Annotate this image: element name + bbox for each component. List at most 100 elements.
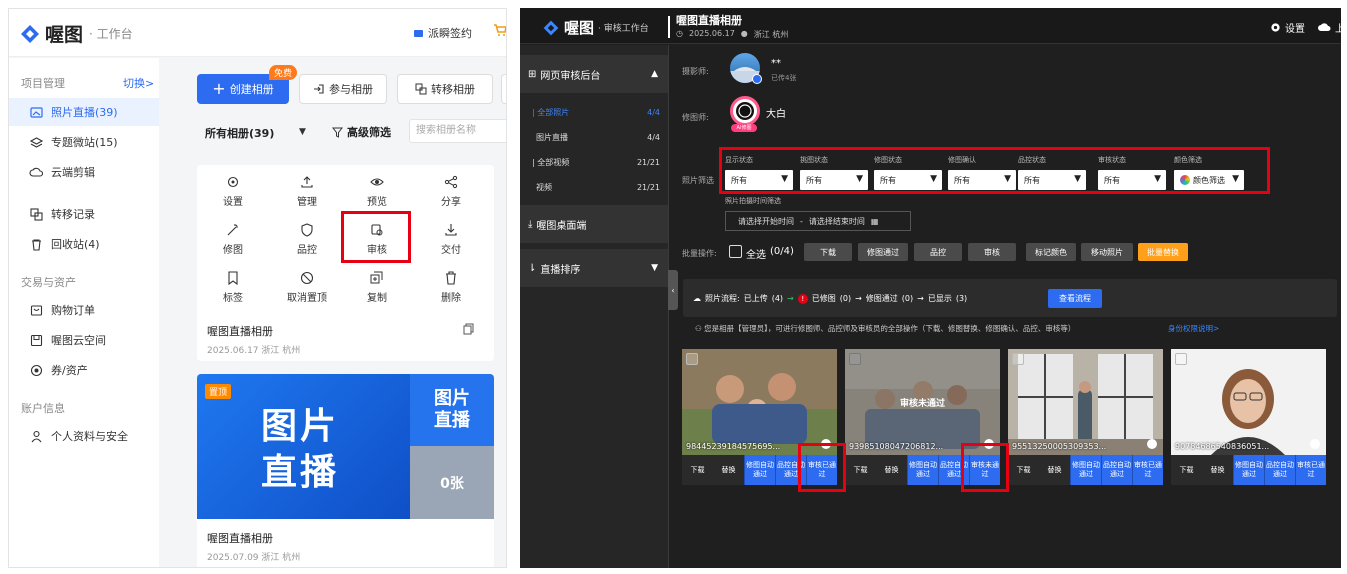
sidebar-item-topic-site[interactable]: 专题微站(15) [9, 128, 159, 156]
album-title: 喔图直播相册 [676, 14, 742, 27]
photo-button-3[interactable]: 品控自动通过 [1101, 455, 1132, 485]
photo-button-2[interactable]: 修图自动通过 [1233, 455, 1264, 485]
flow-step-count: (0) [901, 294, 914, 303]
select-all-checkbox[interactable] [729, 245, 742, 258]
photo-button-1[interactable]: 替换 [1202, 455, 1233, 485]
sidebar-item-video[interactable]: 视频 21/21 [520, 175, 668, 199]
photo-button-4[interactable]: 审核已通过 [1295, 455, 1326, 485]
sidebar-item-count: 4/4 [647, 132, 660, 142]
time-end-placeholder: 请选择结束时间 [808, 216, 865, 226]
sidebar: ⊞ 网页审核后台 ▲ | 全部照片 4/4 图片直播 4/4 | 全部视频 21… [520, 45, 668, 568]
sidebar-item-coupons[interactable]: 券/资产 [9, 356, 159, 384]
brand-name: 喔图 [45, 24, 84, 46]
photo-button-1[interactable]: 替换 [876, 455, 907, 485]
sidebar-item-cloud-edit[interactable]: 云端剪辑 [9, 158, 159, 186]
photo-button-0[interactable]: 下载 [682, 455, 713, 485]
photo-status-dot[interactable] [1147, 439, 1157, 449]
photo-thumbnail[interactable]: 90784686540836051... [1171, 349, 1326, 455]
action-10-button[interactable]: 复制 [341, 265, 413, 309]
photo-button-2[interactable]: 修图自动通过 [1070, 455, 1101, 485]
more-toolbar-button[interactable] [501, 74, 506, 104]
transfer-album-button[interactable]: 转移相册 [397, 74, 493, 104]
photo-button-1[interactable]: 替换 [713, 455, 744, 485]
sidebar-section-desktop[interactable]: ⤓ 喔图桌面端 [520, 205, 668, 243]
photo-checkbox[interactable] [1175, 353, 1187, 365]
view-flow-button[interactable]: 查看流程 [1048, 289, 1102, 308]
action-8-button[interactable]: 标签 [197, 265, 269, 309]
switch-link[interactable]: 切换> [123, 75, 154, 91]
sidebar-section-sort[interactable]: ⇂ 直播排序 ▼ [520, 249, 668, 287]
photo-action-bar: 下载 替换 修图自动通过 品控自动通过 审核已通过 [1008, 455, 1163, 485]
photo-button-0[interactable]: 下载 [1171, 455, 1202, 485]
photo-flow-panel: ☁ 照片流程: 已上传 (4) → ! 已修图 (0) → 修图通过 (0) →… [683, 279, 1337, 317]
brand-logo[interactable]: 喔图 · 审核工作台 [542, 17, 649, 38]
settings-button[interactable]: 设置 [1270, 20, 1305, 35]
join-album-button[interactable]: 参与相册 [299, 74, 387, 104]
sidebar-item-label: 图片直播 [536, 132, 568, 142]
action-2-button[interactable]: 预览 [341, 169, 413, 213]
batch-button-2[interactable]: 品控 [914, 243, 962, 261]
search-input[interactable]: 搜索相册名称 [409, 119, 506, 143]
action-1-button[interactable]: 管理 [271, 169, 343, 213]
sidebar-item-transfer[interactable]: 转移记录 [9, 200, 159, 228]
album-card[interactable]: 置顶 图片 直播 图片 直播 0张 喔图直播相册 2025.07.09 浙江 杭州 [197, 374, 494, 567]
action-3-button[interactable]: 分享 [415, 169, 487, 213]
album-filter-select[interactable]: 所有相册(39) [205, 125, 274, 141]
sidebar-item-all-photos[interactable]: | 全部照片 4/4 [520, 100, 668, 124]
batch-button-6[interactable]: 批量替换 [1138, 243, 1188, 261]
batch-button-0[interactable]: 下载 [804, 243, 852, 261]
share-icon [444, 175, 458, 189]
sidebar-item-all-videos[interactable]: | 全部视频 21/21 [520, 150, 668, 174]
sidebar-item-profile[interactable]: 个人资料与安全 [9, 422, 159, 450]
photo-button-2[interactable]: 修图自动通过 [744, 455, 775, 485]
batch-button-4[interactable]: 标记颜色 [1026, 243, 1076, 261]
photo-thumbnail[interactable]: 98445239184575695... [682, 349, 837, 455]
sidebar-item-recycle[interactable]: 回收站(4) [9, 230, 159, 258]
photo-thumbnail[interactable]: 审核未通过 93985108047206812... [845, 349, 1000, 455]
copy-icon[interactable] [463, 323, 475, 335]
action-label: 管理 [297, 196, 317, 208]
arrow-right-icon: → [917, 294, 924, 303]
sidebar-item-photo-live[interactable]: 图片直播 4/4 [520, 125, 668, 149]
flow-step-count: (0) [839, 294, 852, 303]
role-permission-link[interactable]: 身份权限说明> [1168, 323, 1219, 334]
photo-button-3[interactable]: 品控自动通过 [1264, 455, 1295, 485]
photo-button-1[interactable]: 替换 [1039, 455, 1070, 485]
time-range-picker[interactable]: 请选择开始时间 - 请选择结束时间 ▦ [725, 211, 911, 231]
photo-thumbnail[interactable]: 95513250005309353... [1008, 349, 1163, 455]
photo-button-4[interactable]: 审核已通过 [1132, 455, 1163, 485]
action-5-button[interactable]: 品控 [271, 217, 343, 261]
sidebar-item-orders[interactable]: 购物订单 [9, 296, 159, 324]
upload-button[interactable]: 上 [1318, 20, 1341, 35]
photo-status-dot[interactable] [1310, 439, 1320, 449]
advanced-filter-button[interactable]: 高级筛选 [332, 124, 391, 140]
sidebar-item-label: | 全部照片 [532, 107, 570, 117]
retoucher-avatar[interactable] [730, 96, 760, 126]
action-7-button[interactable]: 交付 [415, 217, 487, 261]
sidebar-item-count: 4/4 [647, 107, 660, 117]
sidebar-item-cloud-space[interactable]: 喔图云空间 [9, 326, 159, 354]
sidebar-section-web-review[interactable]: ⊞ 网页审核后台 ▲ [520, 55, 668, 93]
sidebar-item-photo-live[interactable]: 照片直播(39) [9, 98, 159, 126]
action-4-button[interactable]: 修图 [197, 217, 269, 261]
cart-icon[interactable] [493, 23, 506, 37]
batch-button-1[interactable]: 修图通过 [858, 243, 908, 261]
batch-button-3[interactable]: 审核 [968, 243, 1016, 261]
logo-icon [21, 24, 39, 43]
action-11-button[interactable]: 删除 [415, 265, 487, 309]
brand-logo[interactable]: 喔图 · 工作台 [19, 20, 133, 47]
sign-link[interactable]: 派瞬签约 [413, 25, 472, 41]
album-cover[interactable]: 置顶 图片 直播 [197, 374, 410, 519]
photo-button-0[interactable]: 下载 [1008, 455, 1039, 485]
album-card[interactable]: 设置 管理 预览 分享 修图 品控 审核 交付 标签 取消置顶 复制 删除 喔图直播相册 2025.0… [197, 165, 494, 361]
photo-checkbox[interactable] [686, 353, 698, 365]
role-text: 您是相册【管理员】，可进行修图师、品控师及审核员的全部操作（下载、修图替换、修图… [704, 324, 1076, 333]
photo-button-2[interactable]: 修图自动通过 [907, 455, 938, 485]
caret-down-icon[interactable]: ▼ [299, 127, 306, 137]
photo-checkbox[interactable] [1012, 353, 1024, 365]
action-9-button[interactable]: 取消置顶 [271, 265, 343, 309]
photo-button-0[interactable]: 下载 [845, 455, 876, 485]
batch-button-5[interactable]: 移动照片 [1081, 243, 1133, 261]
action-0-button[interactable]: 设置 [197, 169, 269, 213]
collapse-sidebar-button[interactable]: ‹ [668, 270, 678, 310]
